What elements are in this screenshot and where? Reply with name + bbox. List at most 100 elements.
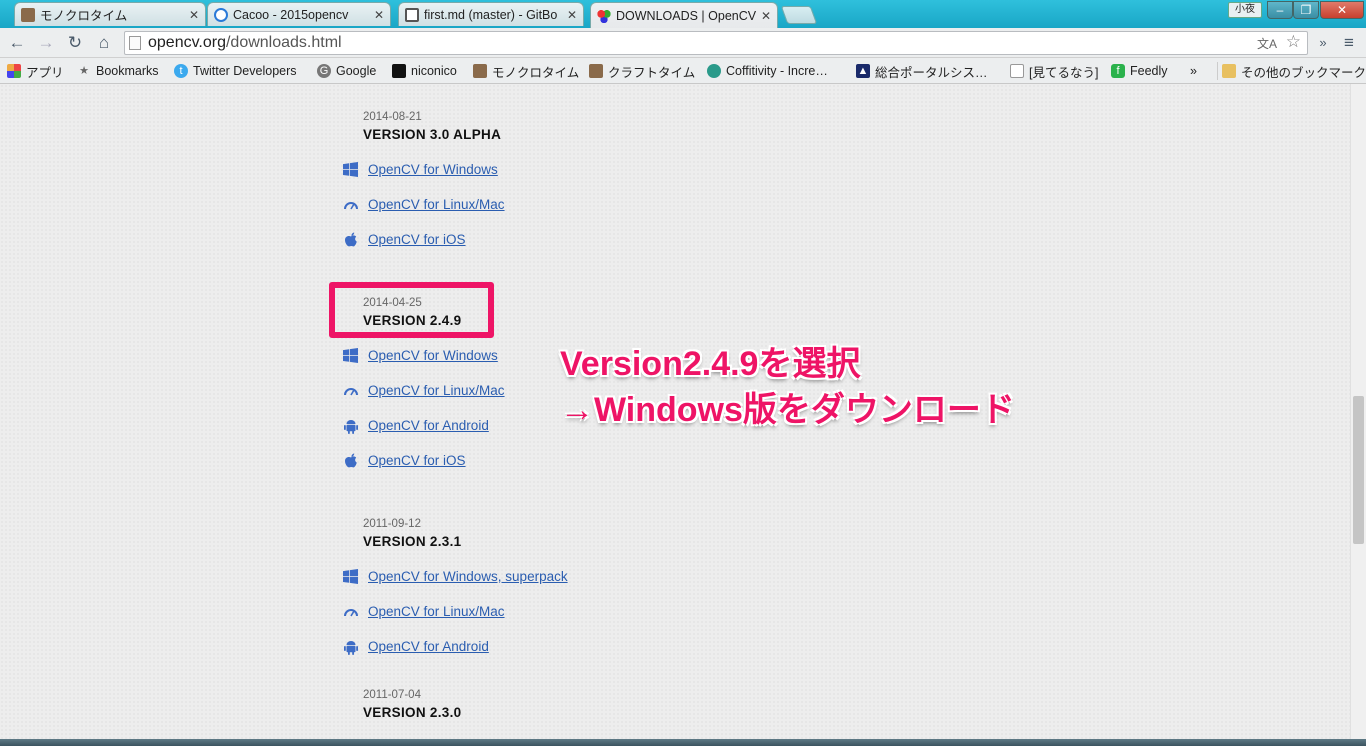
bookmark-label: [見てるなう] xyxy=(1029,65,1099,80)
download-link-label[interactable]: OpenCV for iOS xyxy=(368,453,466,468)
linux-icon xyxy=(342,196,359,213)
other-bookmarks-folder[interactable]: その他のブックマーク xyxy=(1217,62,1366,80)
download-link-label[interactable]: OpenCV for Linux/Mac xyxy=(368,383,505,398)
release-date: 2011-09-12 xyxy=(363,518,421,530)
bookmark-label: クラフトタイム xyxy=(608,65,696,80)
close-window-button[interactable]: ✕ xyxy=(1320,1,1364,19)
bookmark-label: Feedly xyxy=(1130,64,1168,78)
download-link-label[interactable]: OpenCV for Android xyxy=(368,418,489,433)
translate-icon[interactable]: 文A xyxy=(1257,35,1277,52)
bookmark-monokuro[interactable]: モノクロタイム xyxy=(473,62,579,80)
bookmark-label: Twitter Developers xyxy=(193,64,297,78)
apps-icon xyxy=(7,64,21,78)
niconico-icon xyxy=(392,64,406,78)
scrollbar-thumb[interactable] xyxy=(1353,396,1364,544)
tab-title: first.md (master) - GitBo xyxy=(424,7,558,22)
bookmark-twitter-developers[interactable]: t Twitter Developers xyxy=(174,62,297,80)
book-icon xyxy=(405,7,419,22)
bookmark-apps[interactable]: アプリ xyxy=(7,62,64,80)
google-icon: G xyxy=(317,64,331,78)
annotation-line-1: Version2.4.9を選択 xyxy=(560,345,861,383)
download-link-label[interactable]: OpenCV for Windows xyxy=(368,162,498,177)
site-favicon-icon xyxy=(21,7,35,22)
tab-cacoo[interactable]: Cacoo - 2015opencv ✕ xyxy=(207,2,391,26)
bookmark-label: Bookmarks xyxy=(96,64,159,78)
bookmark-label: モノクロタイム xyxy=(492,65,580,80)
android-icon xyxy=(342,638,359,655)
bookmark-feedly[interactable]: f Feedly xyxy=(1111,62,1168,80)
profile-button[interactable]: 小夜 xyxy=(1228,2,1262,18)
download-link-windows-superpack[interactable]: OpenCV for Windows, superpack xyxy=(342,568,568,585)
annotation-line-2: →Windows版をダウンロード xyxy=(560,391,1015,429)
release-version: VERSION 2.3.0 xyxy=(363,705,462,720)
forward-button[interactable]: → xyxy=(35,32,57,54)
windows-icon xyxy=(342,347,359,364)
download-link-android[interactable]: OpenCV for Android xyxy=(342,638,489,655)
release-date: 2011-07-04 xyxy=(363,689,421,701)
site-icon xyxy=(473,64,487,78)
tab-monokuro[interactable]: モノクロタイム ✕ xyxy=(14,2,206,26)
tab-title: Cacoo - 2015opencv xyxy=(233,7,349,22)
home-button[interactable]: ⌂ xyxy=(93,32,115,54)
bookmarks-overflow-button[interactable]: » xyxy=(1190,62,1197,80)
download-link-ios[interactable]: OpenCV for iOS xyxy=(342,452,466,469)
close-icon[interactable]: ✕ xyxy=(189,8,199,22)
url-host: opencv.org xyxy=(148,34,226,51)
download-link-label[interactable]: OpenCV for Linux/Mac xyxy=(368,197,505,212)
windows-icon xyxy=(342,568,359,585)
close-icon[interactable]: ✕ xyxy=(761,9,771,23)
bookmark-google[interactable]: G Google xyxy=(317,62,376,80)
page-scrollbar[interactable] xyxy=(1350,84,1366,739)
bookmark-craft[interactable]: クラフトタイム xyxy=(589,62,695,80)
download-link-label[interactable]: OpenCV for Android xyxy=(368,639,489,654)
bookmark-miterunau[interactable]: [見てるなう] xyxy=(1010,62,1098,80)
extensions-overflow-button[interactable]: » xyxy=(1312,32,1334,54)
release-date: 2014-08-21 xyxy=(363,111,422,123)
close-icon[interactable]: ✕ xyxy=(374,8,384,22)
page-content: 2014-08-21 VERSION 3.0 ALPHA OpenCV for … xyxy=(0,84,1350,739)
android-icon xyxy=(342,417,359,434)
close-icon[interactable]: ✕ xyxy=(567,8,577,22)
bookmark-bookmarks[interactable]: ★ Bookmarks xyxy=(77,62,159,80)
bookmark-portal[interactable]: ▲ 総合ポータルシス… xyxy=(856,62,988,80)
highlight-box xyxy=(329,282,494,338)
download-link-windows[interactable]: OpenCV for Windows xyxy=(342,161,498,178)
site-icon xyxy=(589,64,603,78)
bookmark-label: Coffitivity - Incre… xyxy=(726,64,828,78)
tab-title: モノクロタイム xyxy=(40,9,128,23)
minimize-button[interactable]: ‒ xyxy=(1267,1,1293,19)
tab-gitbook[interactable]: first.md (master) - GitBo ✕ xyxy=(398,2,584,26)
tab-opencv-downloads[interactable]: DOWNLOADS | OpenCV ✕ xyxy=(590,2,778,28)
download-link-label[interactable]: OpenCV for iOS xyxy=(368,232,466,247)
new-tab-button[interactable] xyxy=(780,6,818,24)
tab-title: DOWNLOADS | OpenCV xyxy=(616,8,757,23)
download-link-windows[interactable]: OpenCV for Windows xyxy=(342,347,498,364)
url-path: /downloads.html xyxy=(225,34,342,51)
linux-icon xyxy=(342,603,359,620)
reload-button[interactable]: ↻ xyxy=(64,32,86,54)
url-text: opencv.org/downloads.html xyxy=(148,34,342,52)
download-link-ios[interactable]: OpenCV for iOS xyxy=(342,231,466,248)
download-link-label[interactable]: OpenCV for Windows xyxy=(368,348,498,363)
star-icon: ★ xyxy=(79,65,89,77)
bookmark-star-icon[interactable]: ☆ xyxy=(1286,32,1301,52)
bookmark-coffitivity[interactable]: Coffitivity - Incre… xyxy=(707,62,828,80)
download-link-android[interactable]: OpenCV for Android xyxy=(342,417,489,434)
download-link-linux-mac[interactable]: OpenCV for Linux/Mac xyxy=(342,196,505,213)
download-link-linux-mac[interactable]: OpenCV for Linux/Mac xyxy=(342,603,505,620)
download-link-label[interactable]: OpenCV for Windows, superpack xyxy=(368,569,568,584)
folder-icon xyxy=(1222,64,1236,78)
opencv-logo-icon xyxy=(597,8,611,23)
back-button[interactable]: ← xyxy=(6,32,28,54)
cacoo-favicon-icon xyxy=(214,7,228,22)
windows-icon xyxy=(342,161,359,178)
os-taskbar xyxy=(0,739,1366,746)
download-link-linux-mac[interactable]: OpenCV for Linux/Mac xyxy=(342,382,505,399)
restore-button[interactable]: ❐ xyxy=(1293,1,1319,19)
bookmarks-bar: アプリ ★ Bookmarks t Twitter Developers G Goog… xyxy=(0,58,1366,84)
download-link-label[interactable]: OpenCV for Linux/Mac xyxy=(368,604,505,619)
release-version: VERSION 2.3.1 xyxy=(363,534,462,549)
menu-icon[interactable]: ≡ xyxy=(1338,32,1360,54)
bookmark-niconico[interactable]: niconico xyxy=(392,62,457,80)
address-bar[interactable]: opencv.org/downloads.html 文A ☆ xyxy=(124,31,1308,55)
